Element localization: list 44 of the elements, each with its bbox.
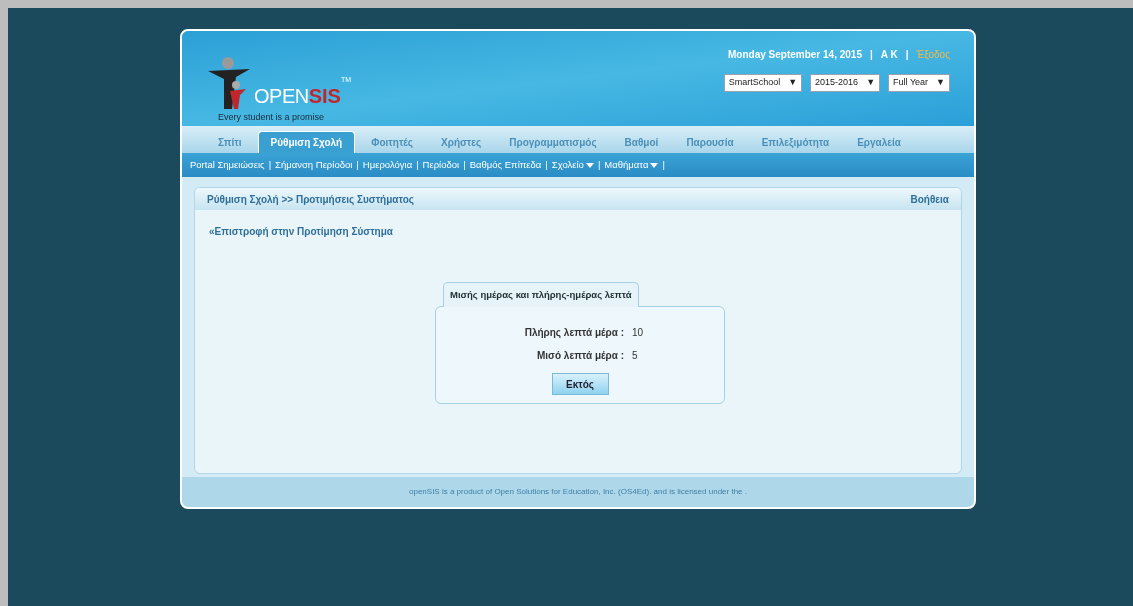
subnav-link[interactable]: Ημερολόγια	[362, 157, 413, 173]
select-dropdown[interactable]: 2015-2016 ▼	[810, 74, 881, 92]
nav-tab[interactable]: Επιλεξιμότητα	[749, 131, 842, 153]
subnav-link[interactable]: Σχολείο	[551, 157, 594, 173]
select-dropdown[interactable]: Full Year ▼	[888, 74, 950, 92]
breadcrumb: Ρύθμιση Σχολή >> Προτιμήσεις Συστήματος	[207, 192, 414, 207]
separator-text: |	[356, 157, 359, 172]
separator-text: |	[463, 157, 466, 172]
separator-text: |	[416, 157, 419, 172]
subnav-link[interactable]: Περίοδοι	[422, 157, 460, 173]
off-button[interactable]: Εκτός	[551, 373, 609, 396]
separator-text: |	[268, 157, 272, 172]
field-label: Πλήρης λεπτά μέρα :	[523, 326, 624, 341]
field-value: 5	[632, 349, 638, 364]
nav-tab[interactable]: Σπίτι	[206, 131, 254, 153]
nav-tab[interactable]: Ρύθμιση Σχολή	[257, 131, 356, 153]
subnav-link[interactable]: Σήμανση Περίοδοι	[275, 157, 353, 173]
user-name: A K	[880, 48, 898, 62]
nav-tab[interactable]: Παρουσία	[674, 131, 746, 153]
caret-icon	[585, 162, 594, 168]
date-text: Monday September 14, 2015	[728, 48, 862, 62]
footer-text: openSIS is a product of Open Solutions for Education, Inc. (OS4Ed). and is licensed under the .	[409, 486, 747, 498]
nav-tab[interactable]: Προγραμματισμός	[497, 131, 609, 153]
field-label: Μισό λεπτά μέρα :	[536, 349, 624, 364]
separator-text: |	[545, 157, 548, 172]
nav-tab[interactable]: Εργαλεία	[845, 131, 913, 153]
nav-tab[interactable]: Φοιτητές	[359, 131, 426, 153]
nav-tab[interactable]: Βαθμοί	[612, 131, 671, 153]
back-link[interactable]: «Επιστροφή στην Προτίμηση Σύστημα	[209, 226, 393, 237]
logo-tagline: Every student is a promise	[218, 111, 326, 124]
separator-text: |	[905, 48, 909, 62]
logo-sis-text: SIS	[308, 84, 341, 109]
separator-text: |	[597, 157, 601, 172]
caret-icon	[650, 162, 659, 168]
nav-tab[interactable]: Χρήστες	[429, 131, 494, 153]
subnav-link[interactable]: Μαθήματα	[604, 157, 659, 173]
separator-text: |	[662, 157, 665, 172]
logo-open-text: OPEN	[254, 84, 309, 109]
help-link[interactable]: Βοήθεια	[910, 191, 949, 207]
select-dropdown[interactable]: SmartSchool ▼	[723, 74, 803, 92]
separator-text: |	[869, 48, 873, 62]
field-value: 10	[632, 326, 644, 341]
subnav-link[interactable]: Βαθμός Επίπεδα	[469, 157, 542, 173]
subnav-link[interactable]: Portal Σημειώσεις	[190, 157, 265, 173]
